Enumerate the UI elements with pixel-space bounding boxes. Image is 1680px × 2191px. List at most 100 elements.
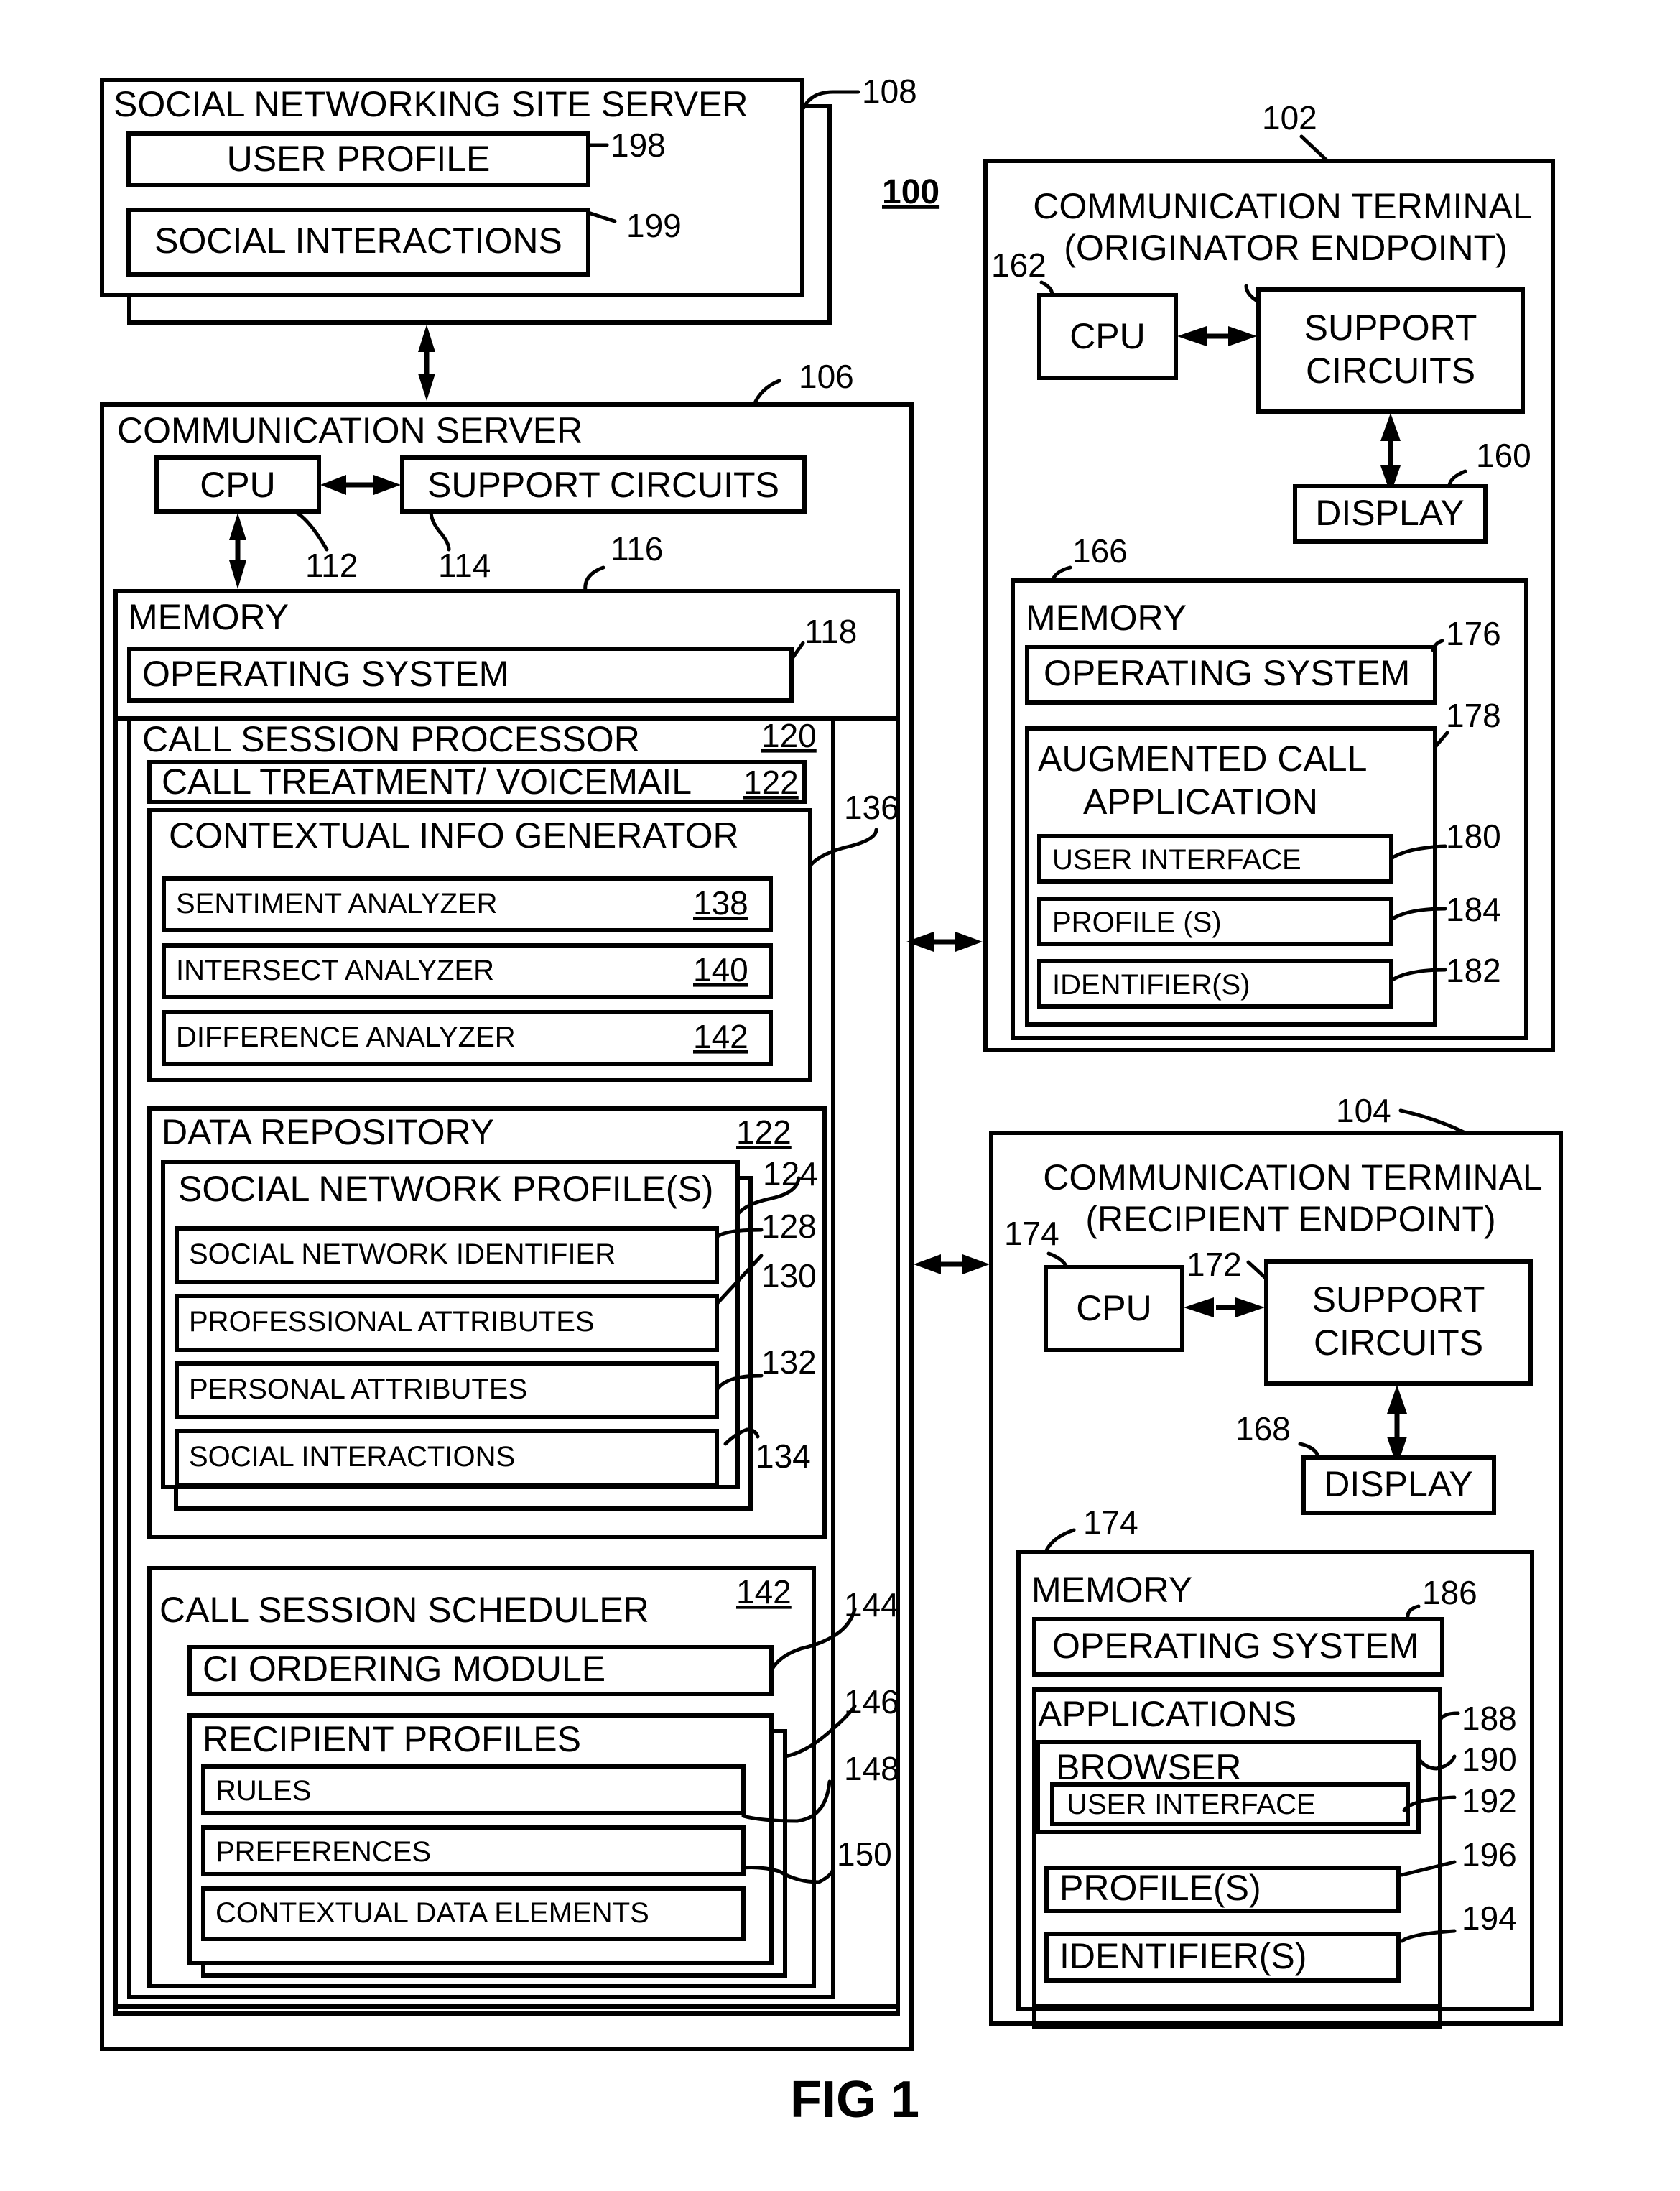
recipient-profiles-ref: 196 xyxy=(1462,1836,1517,1873)
comm-memory-ref: 116 xyxy=(611,530,663,568)
originator-cpu-ref: 162 xyxy=(991,246,1046,284)
recipient-browser-ui-label: USER INTERFACE xyxy=(1067,1789,1316,1820)
comm-cpu-label: CPU xyxy=(200,465,276,505)
comm-cpu-ref: 112 xyxy=(305,547,358,584)
recipient-apps-label: APPLICATIONS xyxy=(1038,1694,1296,1734)
scheduler-label: CALL SESSION SCHEDULER xyxy=(159,1590,649,1630)
profile-item-label-0: SOCIAL NETWORK IDENTIFIER xyxy=(189,1238,616,1270)
augmented-app-line2: APPLICATION xyxy=(1083,782,1318,822)
comm-server-ref: 106 xyxy=(799,358,854,395)
originator-terminal: 102 COMMUNICATION TERMINAL (ORIGINATOR E… xyxy=(983,99,1555,1052)
comm-os-label: OPERATING SYSTEM xyxy=(142,654,509,694)
cig-ref: 136 xyxy=(844,789,899,826)
augmented-app-item-ref-2: 182 xyxy=(1446,952,1501,989)
user-profile-label: USER PROFILE xyxy=(227,139,491,179)
augmented-app-item-label-1: PROFILE (S) xyxy=(1052,907,1222,938)
analyzer-ref-2: 142 xyxy=(693,1018,748,1055)
ordering-ref: 144 xyxy=(844,1586,899,1623)
sns-server: SOCIAL NETWORKING SITE SERVER 108 USER P… xyxy=(100,73,917,325)
recipient-browser-label: BROWSER xyxy=(1056,1747,1241,1787)
voicemail-ref: 122 xyxy=(743,764,799,801)
comm-memory-label: MEMORY xyxy=(128,597,289,637)
recipient-cpu-label: CPU xyxy=(1076,1288,1152,1328)
augmented-app-line1: AUGMENTED CALL xyxy=(1038,738,1367,779)
recipient-terminal: 104 COMMUNICATION TERMINAL (RECIPIENT EN… xyxy=(989,1092,1563,2029)
recipient-browser-ui-ref: 192 xyxy=(1462,1782,1517,1820)
recipient-memory-ref: 174 xyxy=(1083,1504,1138,1541)
originator-terminal-leader xyxy=(1299,134,1329,163)
recipient-browser-ref: 190 xyxy=(1462,1741,1517,1778)
ordering-label: CI ORDERING MODULE xyxy=(203,1649,605,1689)
recipient-title-line1: COMMUNICATION TERMINAL xyxy=(1043,1157,1542,1198)
augmented-app-item-label-2: IDENTIFIER(S) xyxy=(1052,969,1250,1001)
originator-terminal-ref: 102 xyxy=(1262,99,1317,136)
recipient-cpu-ref: 174 xyxy=(1004,1215,1059,1252)
recipient-memory-label: MEMORY xyxy=(1031,1570,1192,1610)
profile-item-label-2: PERSONAL ATTRIBUTES xyxy=(189,1374,527,1405)
recipient-display-label: DISPLAY xyxy=(1324,1464,1473,1504)
originator-cpu-label: CPU xyxy=(1069,316,1146,356)
voicemail-label: CALL TREATMENT/ VOICEMAIL xyxy=(162,761,692,802)
recipient-title-line2: (RECIPIENT ENDPOINT) xyxy=(1085,1199,1495,1239)
profile-item-ref-3: 134 xyxy=(756,1437,811,1475)
recipient-profiles-label: PROFILE(S) xyxy=(1059,1868,1261,1908)
comm-support-label: SUPPORT CIRCUITS xyxy=(427,465,779,505)
recipient-terminal-ref: 104 xyxy=(1336,1092,1391,1129)
originator-support-line1: SUPPORT xyxy=(1304,307,1477,348)
profile-item-ref-0: 128 xyxy=(761,1208,817,1245)
comm-originator-arrow xyxy=(906,932,983,952)
comm-server: 106 COMMUNICATION SERVER CPU 112 SUPPORT… xyxy=(100,358,914,2051)
originator-support-line2: CIRCUITS xyxy=(1306,351,1475,391)
profile-item-ref-1: 130 xyxy=(761,1257,817,1294)
comm-support-ref: 114 xyxy=(438,547,491,584)
recipient-profiles-label: RECIPIENT PROFILES xyxy=(203,1719,581,1759)
comm-server-leader xyxy=(752,379,781,407)
comm-os-ref: 118 xyxy=(804,613,857,650)
system-ref-number: 100 xyxy=(882,173,939,211)
recipient-support-line1: SUPPORT xyxy=(1312,1279,1485,1320)
profile-item-label-1: PROFESSIONAL ATTRIBUTES xyxy=(189,1306,595,1338)
repo-label: DATA REPOSITORY xyxy=(162,1112,494,1152)
csp-ref: 120 xyxy=(761,717,817,754)
profiles-label: SOCIAL NETWORK PROFILE(S) xyxy=(178,1169,713,1209)
originator-memory-ref: 166 xyxy=(1072,532,1128,570)
analyzer-ref-0: 138 xyxy=(693,884,748,922)
cig-label: CONTEXTUAL INFO GENERATOR xyxy=(169,815,739,856)
user-profile-ref: 198 xyxy=(611,126,666,164)
analyzer-label-1: INTERSECT ANALYZER xyxy=(176,955,494,986)
analyzer-ref-1: 140 xyxy=(693,951,748,988)
originator-title-line2: (ORIGINATOR ENDPOINT) xyxy=(1064,228,1508,268)
recipient-item-label-0: RULES xyxy=(215,1775,311,1807)
recipient-support-line2: CIRCUITS xyxy=(1314,1323,1483,1363)
sns-social-interactions-ref: 199 xyxy=(626,207,682,244)
system-block-diagram: SOCIAL NETWORKING SITE SERVER 108 USER P… xyxy=(100,73,1563,2129)
figure-label: FIG 1 xyxy=(790,2071,919,2129)
profile-item-label-3: SOCIAL INTERACTIONS xyxy=(189,1441,515,1473)
comm-server-title: COMMUNICATION SERVER xyxy=(117,410,583,450)
augmented-app-item-label-0: USER INTERFACE xyxy=(1052,844,1301,876)
originator-title-line1: COMMUNICATION TERMINAL xyxy=(1033,186,1532,226)
sns-server-ref: 108 xyxy=(862,73,917,110)
recipient-identifiers-label: IDENTIFIER(S) xyxy=(1059,1936,1307,1976)
augmented-app-item-ref-1: 184 xyxy=(1446,891,1501,928)
recipient-apps-ref: 188 xyxy=(1462,1700,1517,1737)
originator-display-ref: 160 xyxy=(1476,437,1531,474)
recipient-os-label: OPERATING SYSTEM xyxy=(1052,1626,1419,1666)
profile-item-ref-2: 132 xyxy=(761,1343,817,1381)
analyzer-label-0: SENTIMENT ANALYZER xyxy=(176,888,498,920)
csp-label: CALL SESSION PROCESSOR xyxy=(142,719,640,759)
augmented-app-ref: 178 xyxy=(1446,697,1501,734)
recipient-item-label-1: PREFERENCES xyxy=(215,1836,431,1868)
comm-recipient-arrow xyxy=(914,1254,990,1274)
repo-ref: 122 xyxy=(736,1113,792,1151)
recipient-item-ref-0: 148 xyxy=(844,1750,899,1787)
recipient-identifiers-ref: 194 xyxy=(1462,1899,1517,1937)
recipient-profiles-ref: 146 xyxy=(844,1683,899,1720)
profiles-ref: 124 xyxy=(763,1155,818,1192)
sns-server-title: SOCIAL NETWORKING SITE SERVER xyxy=(113,84,748,124)
originator-os-ref: 176 xyxy=(1446,615,1501,652)
originator-os-label: OPERATING SYSTEM xyxy=(1044,653,1410,693)
analyzer-label-2: DIFFERENCE ANALYZER xyxy=(176,1022,516,1053)
recipient-support-ref: 172 xyxy=(1187,1246,1242,1283)
analyzer-list: SENTIMENT ANALYZER 138 INTERSECT ANALYZE… xyxy=(162,876,773,1066)
